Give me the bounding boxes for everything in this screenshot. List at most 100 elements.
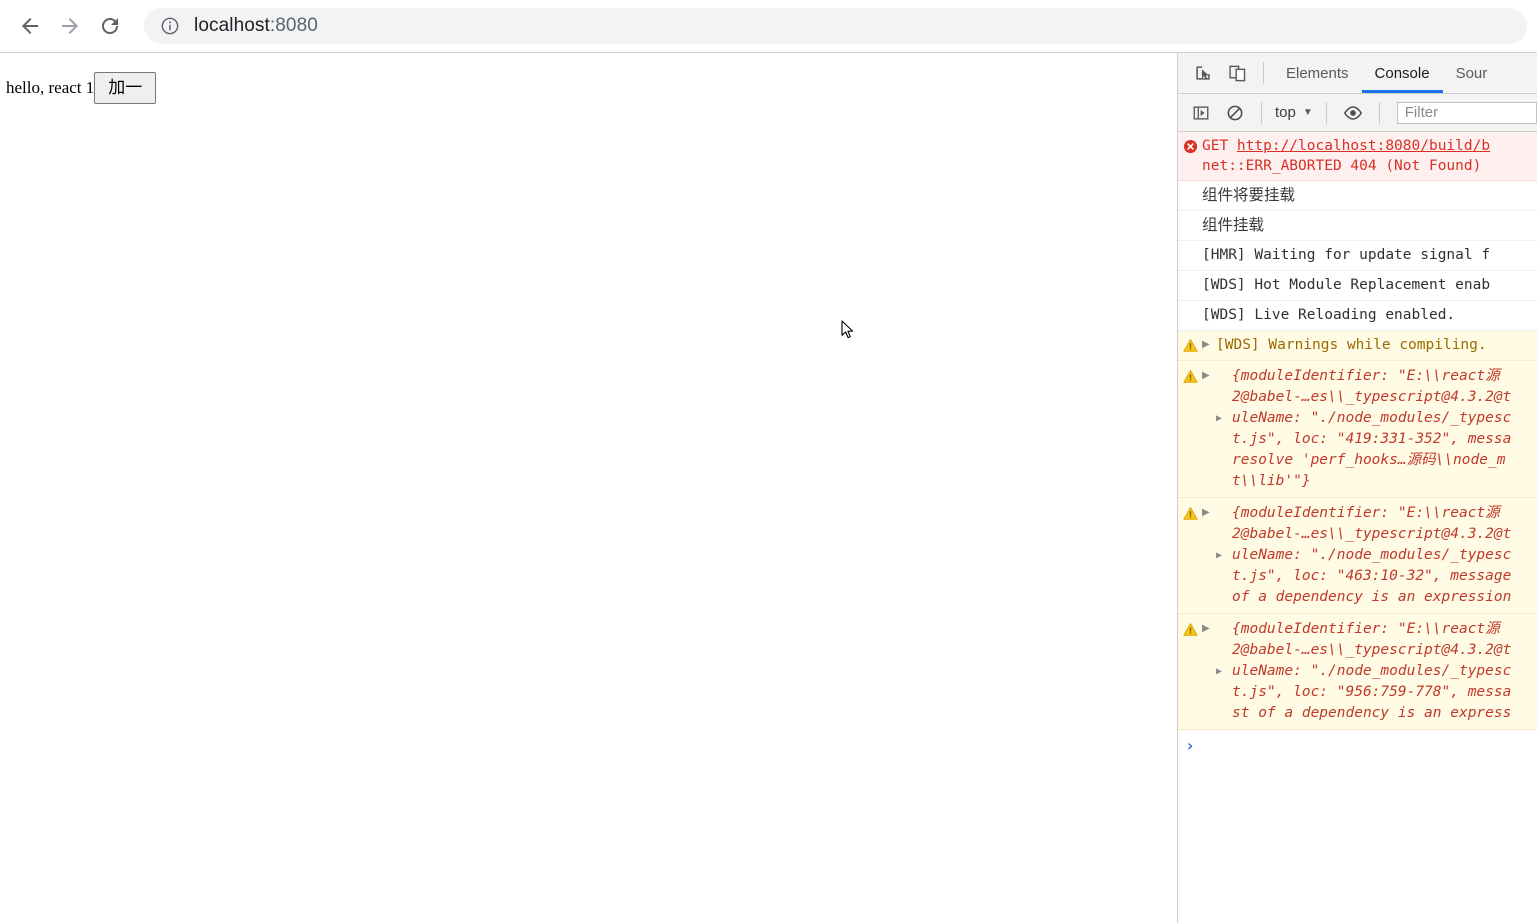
warning-icon-gutter (1178, 335, 1202, 353)
warning-object-line: 2@babel-…es\\_typescript@4.3.2@t (1232, 526, 1512, 542)
warning-icon-gutter (1178, 619, 1202, 724)
filterbar-divider-1 (1261, 101, 1262, 124)
warning-block-header: ▶ {moduleIdentifier: "E:\\react源 2@babel… (1178, 361, 1537, 497)
warning-object-line: st of a dependency is an express (1232, 705, 1512, 721)
console-sidebar-toggle-button[interactable] (1184, 98, 1218, 128)
tab-sources[interactable]: Sour (1443, 53, 1501, 93)
app-root: hello, react 1 加一 (0, 53, 1177, 104)
disclosure-triangle-icon[interactable]: ▶ (1202, 503, 1216, 608)
console-prompt[interactable]: › (1178, 730, 1537, 762)
log-gutter (1178, 245, 1202, 248)
log-message: [WDS] Live Reloading enabled. (1202, 307, 1456, 323)
warning-object-body: {moduleIdentifier: "E:\\react源 2@babel-…… (1216, 366, 1537, 492)
back-button[interactable] (10, 6, 50, 46)
console-row-log[interactable]: [WDS] Hot Module Replacement enab (1178, 271, 1537, 301)
warning-object-line: t.js", loc: "463:10-32", message (1232, 568, 1512, 584)
warning-object-line-with-disclosure: ▶ uleName: "./node_modules/_typesc (1216, 545, 1537, 566)
sidebar-toggle-icon (1193, 105, 1209, 120)
site-info-icon[interactable] (160, 16, 180, 36)
log-gutter (1178, 215, 1202, 218)
warning-block-header: ▶ {moduleIdentifier: "E:\\react源 2@babel… (1178, 498, 1537, 613)
execution-context-select[interactable]: top ▼ (1271, 104, 1317, 121)
warning-object-line-with-disclosure: ▶ uleName: "./node_modules/_typesc (1216, 661, 1537, 682)
increment-button[interactable]: 加一 (94, 72, 157, 104)
warning-icon (1182, 623, 1198, 636)
back-arrow-icon (22, 18, 38, 34)
warning-object-line: t\\lib'"} (1232, 473, 1311, 489)
disclosure-triangle-icon[interactable]: ▶ (1202, 366, 1216, 492)
console-message-list[interactable]: GET http://localhost:8080/build/b net::ER… (1178, 132, 1537, 923)
device-toolbar-button[interactable] (1220, 58, 1254, 88)
console-warning-block[interactable]: ▶ {moduleIdentifier: "E:\\react源 2@babel… (1178, 361, 1537, 498)
inspect-element-button[interactable] (1186, 58, 1220, 88)
inner-disclosure-triangle-icon[interactable]: ▶ (1216, 661, 1222, 682)
warning-object-line: {moduleIdentifier: "E:\\react源 (1232, 621, 1500, 637)
log-gutter (1178, 275, 1202, 278)
url-display: localhost:8080 (194, 15, 318, 37)
warning-object-line-text: uleName: "./node_modules/_typesc (1232, 547, 1512, 563)
console-warning-block[interactable]: ▶ {moduleIdentifier: "E:\\react源 2@babel… (1178, 614, 1537, 730)
inner-disclosure-triangle-icon[interactable]: ▶ (1216, 408, 1222, 429)
warning-object-line: {moduleIdentifier: "E:\\react源 (1232, 505, 1500, 521)
error-message: GET http://localhost:8080/build/b net::ER… (1202, 136, 1537, 176)
filterbar-divider-2 (1325, 101, 1327, 124)
error-icon-gutter (1178, 136, 1202, 154)
clear-console-icon (1227, 105, 1243, 120)
warning-object-body: {moduleIdentifier: "E:\\react源 2@babel-…… (1216, 503, 1537, 608)
forward-arrow-icon (62, 18, 78, 34)
log-message: 组件将要挂载 (1202, 186, 1296, 204)
log-message: [WDS] Hot Module Replacement enab (1202, 277, 1491, 293)
live-expression-button[interactable] (1336, 98, 1370, 128)
warning-object-line: resolve 'perf_hooks…源码\\node_m (1232, 452, 1506, 468)
warning-icon (1182, 339, 1198, 352)
page-viewport: hello, react 1 加一 (0, 53, 1177, 923)
warning-icon-gutter (1178, 503, 1202, 608)
url-host: localhost (194, 15, 270, 36)
greeting-text: hello, react 1 (6, 77, 95, 97)
error-icon (1183, 139, 1197, 154)
warning-object-line: 2@babel-…es\\_typescript@4.3.2@t (1232, 642, 1512, 658)
tabbar-divider (1263, 62, 1264, 84)
warning-object-line-text: uleName: "./node_modules/_typesc (1232, 663, 1512, 679)
warning-object-line: {moduleIdentifier: "E:\\react源 (1232, 368, 1500, 384)
reload-icon (102, 18, 118, 34)
error-url-link[interactable]: http://localhost:8080/build/b (1237, 138, 1490, 154)
warning-object-line-with-disclosure: ▶ uleName: "./node_modules/_typesc (1216, 408, 1537, 429)
log-gutter (1178, 185, 1202, 188)
inner-disclosure-triangle-icon[interactable]: ▶ (1216, 545, 1222, 566)
disclosure-triangle-icon[interactable]: ▶ (1202, 335, 1216, 350)
address-bar[interactable]: localhost:8080 (144, 8, 1527, 44)
execution-context-label: top (1275, 104, 1296, 121)
warning-object-line: of a dependency is an expression (1232, 589, 1512, 605)
console-warning-block[interactable]: ▶ {moduleIdentifier: "E:\\react源 2@babel… (1178, 498, 1537, 614)
console-row-log[interactable]: [WDS] Live Reloading enabled. (1178, 301, 1537, 331)
devtools-tabbar: Elements Console Sour (1178, 53, 1537, 94)
browser-toolbar: localhost:8080 (0, 0, 1537, 52)
warning-object-line-text: uleName: "./node_modules/_typesc (1232, 410, 1512, 426)
chevron-down-icon: ▼ (1302, 107, 1313, 118)
filterbar-divider-3 (1378, 101, 1380, 124)
log-gutter (1178, 305, 1202, 308)
warning-object-body: {moduleIdentifier: "E:\\react源 2@babel-…… (1216, 619, 1537, 724)
url-port: :8080 (269, 15, 318, 36)
disclosure-triangle-icon[interactable]: ▶ (1202, 619, 1216, 724)
warning-block-header: ▶ {moduleIdentifier: "E:\\react源 2@babel… (1178, 614, 1537, 729)
console-row-log[interactable]: 组件将要挂载 (1178, 181, 1537, 211)
tab-elements[interactable]: Elements (1273, 53, 1362, 93)
warning-icon-gutter (1178, 366, 1202, 492)
console-row-log[interactable]: [HMR] Waiting for update signal f (1178, 241, 1537, 271)
clear-console-button[interactable] (1218, 98, 1252, 128)
tab-console[interactable]: Console (1362, 53, 1443, 93)
warning-icon (1182, 370, 1198, 383)
console-row-log[interactable]: 组件挂载 (1178, 211, 1537, 241)
eye-icon (1343, 105, 1362, 120)
log-message: [HMR] Waiting for update signal f (1202, 247, 1491, 263)
forward-button[interactable] (50, 6, 90, 46)
device-toolbar-icon (1228, 65, 1245, 81)
log-message: 组件挂载 (1202, 216, 1265, 234)
console-filter-input[interactable]: Filter (1396, 101, 1537, 124)
warning-object-line: t.js", loc: "419:331-352", messa (1232, 431, 1512, 447)
console-row-warning[interactable]: ▶ [WDS] Warnings while compiling. (1178, 331, 1537, 361)
reload-button[interactable] (90, 6, 130, 46)
console-row-error[interactable]: GET http://localhost:8080/build/b net::ER… (1178, 132, 1537, 181)
